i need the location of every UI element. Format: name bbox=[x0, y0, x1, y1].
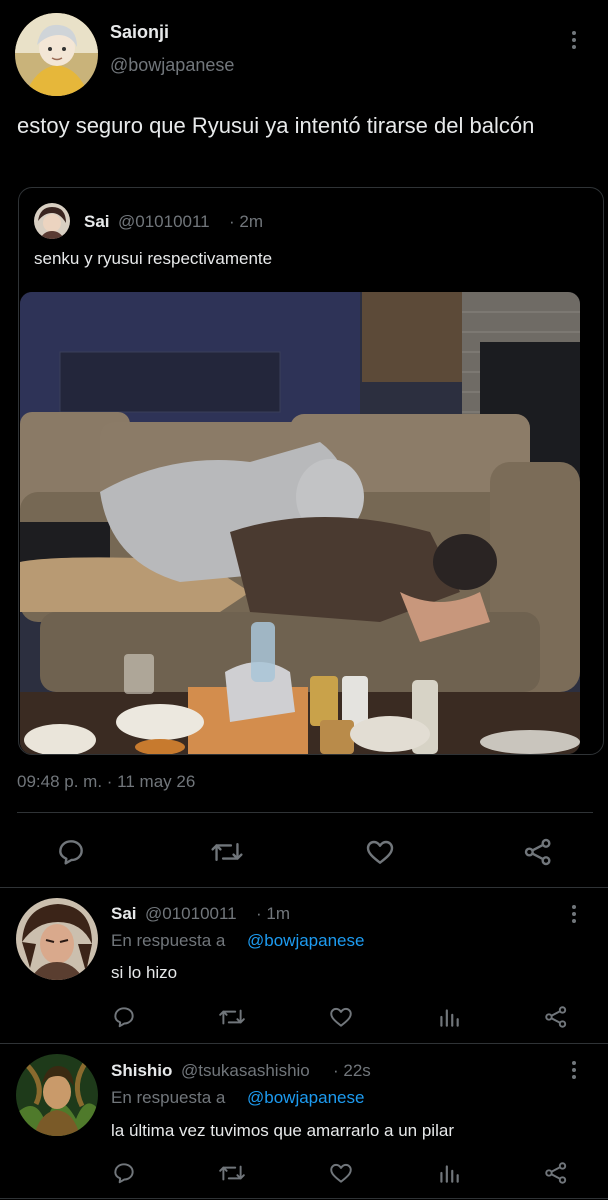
reply-text: si lo hizo bbox=[111, 963, 178, 982]
analytics-icon[interactable] bbox=[436, 1160, 462, 1186]
reply-context-label: En respuesta a bbox=[111, 931, 226, 950]
author-avatar[interactable] bbox=[15, 13, 98, 96]
quoted-text: senku y ryusui respectivamente bbox=[34, 249, 273, 268]
divider bbox=[17, 812, 593, 813]
share-icon[interactable] bbox=[522, 836, 554, 868]
quoted-image[interactable] bbox=[20, 292, 580, 754]
like-icon[interactable] bbox=[364, 836, 396, 868]
analytics-icon[interactable] bbox=[436, 1004, 462, 1030]
reply-icon[interactable] bbox=[111, 1004, 137, 1030]
author-name[interactable]: Saionji bbox=[110, 22, 169, 43]
like-icon[interactable] bbox=[328, 1004, 354, 1030]
reply-context-label: En respuesta a bbox=[111, 1088, 226, 1107]
author-handle[interactable]: @bowjapanese bbox=[110, 55, 234, 76]
reply-text: la última vez tuvimos que amarrarlo a un… bbox=[111, 1121, 454, 1140]
tweet-text: estoy seguro que Ryusui ya intentó tirar… bbox=[17, 113, 535, 138]
reply-author-avatar[interactable] bbox=[16, 1054, 98, 1136]
share-icon[interactable] bbox=[543, 1004, 569, 1030]
reply-icon[interactable] bbox=[55, 836, 87, 868]
reply-author-name[interactable]: Shishio bbox=[111, 1061, 172, 1081]
more-options-icon[interactable] bbox=[562, 902, 586, 926]
reply-time: · 22s bbox=[333, 1061, 371, 1080]
reply-to-link[interactable]: @bowjapanese bbox=[247, 1088, 364, 1108]
reply-time: · 1m bbox=[256, 904, 290, 923]
reply-to-link[interactable]: @bowjapanese bbox=[247, 931, 364, 951]
quoted-author-avatar[interactable] bbox=[34, 203, 70, 239]
retweet-icon[interactable] bbox=[210, 836, 244, 868]
retweet-icon[interactable] bbox=[218, 1004, 246, 1030]
more-options-icon[interactable] bbox=[562, 1058, 586, 1082]
divider bbox=[0, 887, 608, 888]
retweet-icon[interactable] bbox=[218, 1160, 246, 1186]
reply-icon[interactable] bbox=[111, 1160, 137, 1186]
quoted-time: · 2m bbox=[229, 212, 263, 231]
divider bbox=[0, 1198, 608, 1199]
quoted-author-name[interactable]: Sai bbox=[84, 212, 110, 232]
reply-author-handle[interactable]: @tsukasashishio bbox=[181, 1061, 310, 1081]
divider bbox=[0, 1043, 608, 1044]
reply-author-name[interactable]: Sai bbox=[111, 904, 137, 924]
quoted-author-handle[interactable]: @01010011 bbox=[118, 212, 210, 232]
share-icon[interactable] bbox=[543, 1160, 569, 1186]
reply-author-avatar[interactable] bbox=[16, 898, 98, 980]
tweet-timestamp[interactable]: 09:48 p. m. · 11 may 26 bbox=[17, 772, 195, 792]
like-icon[interactable] bbox=[328, 1160, 354, 1186]
more-options-icon[interactable] bbox=[562, 28, 586, 52]
reply-author-handle[interactable]: @01010011 bbox=[145, 904, 237, 924]
